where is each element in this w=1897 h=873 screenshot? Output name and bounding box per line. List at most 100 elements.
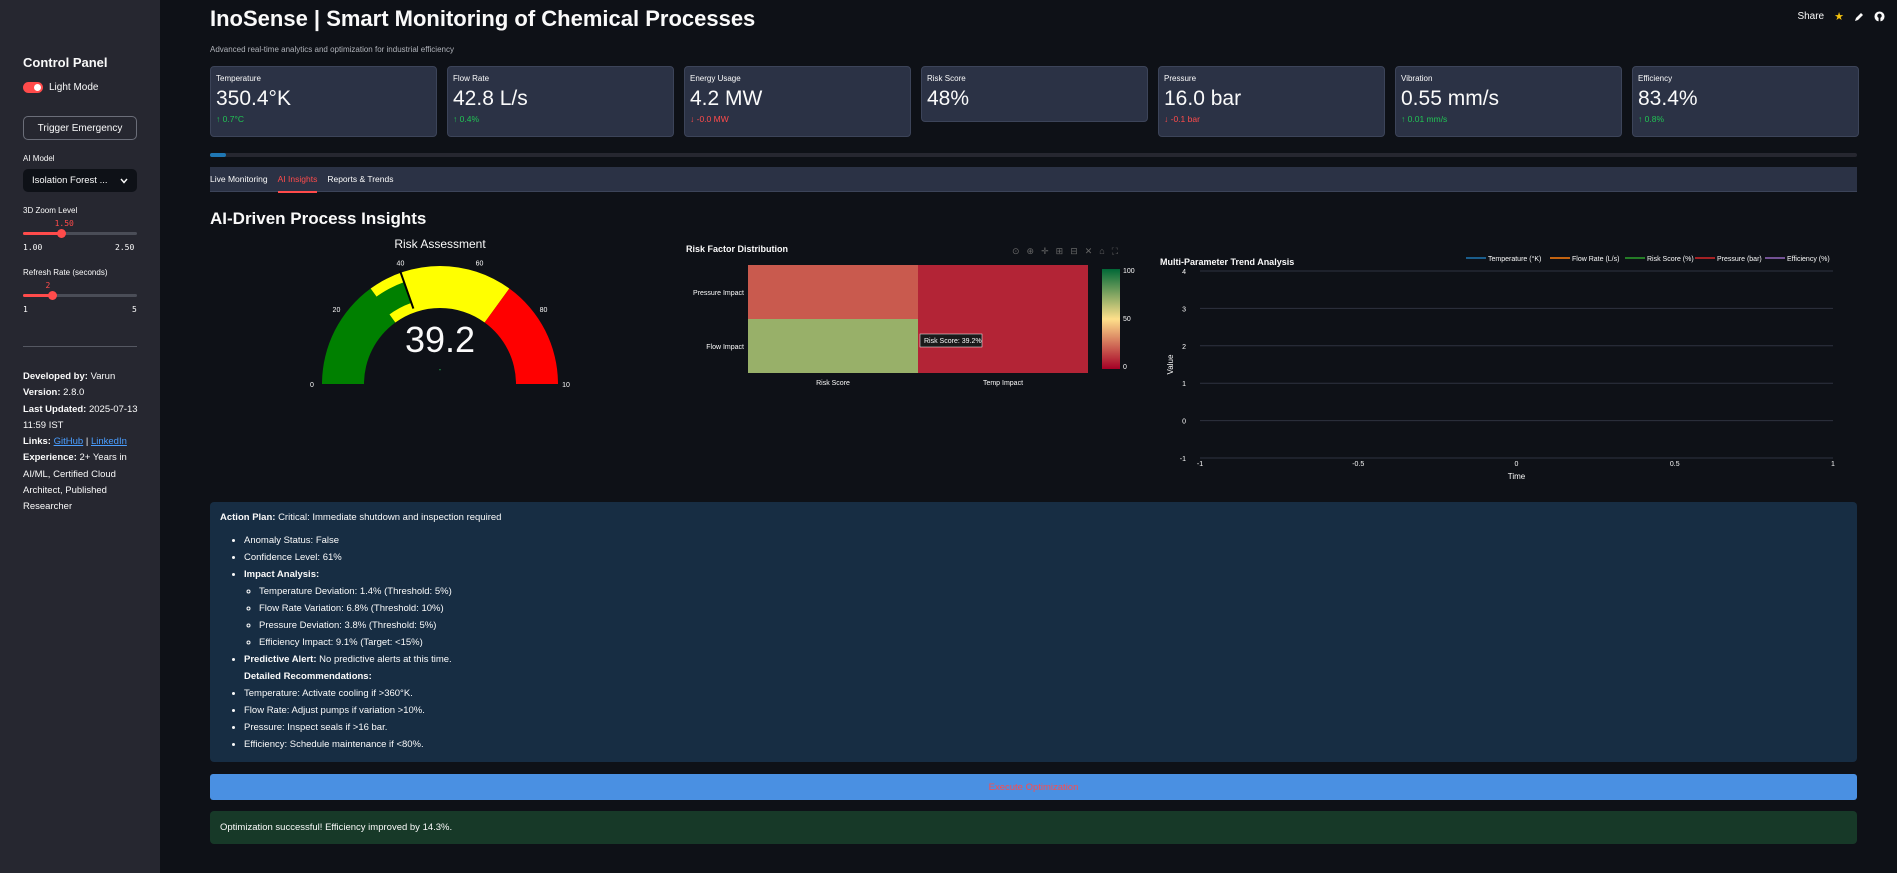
metric-label: Efficiency (1638, 74, 1673, 83)
metric-delta: ↓ -0.1 bar (1164, 114, 1379, 124)
trend-y-tick: 0 (1182, 419, 1186, 426)
developer-info: Developed by: Varun Version: 2.8.0 Last … (23, 369, 141, 516)
trend-x-tick: 0.5 (1670, 461, 1680, 468)
links-label: Links: (23, 436, 51, 448)
metric-card: Flow Rate 42.8 L/s ↑ 0.4% (447, 66, 674, 137)
detailed-recommendations-heading: Detailed Recommendations: (244, 668, 1847, 685)
sidebar-title: Control Panel (23, 55, 108, 70)
metric-delta-value: 0.7°C (222, 114, 244, 124)
confidence-label: Confidence Level: (244, 552, 321, 563)
refresh-slider[interactable] (23, 291, 137, 300)
ai-model-select[interactable]: Isolation Forest ... (23, 169, 137, 192)
ai-model-label: AI Model (23, 154, 55, 163)
linkedin-link[interactable]: LinkedIn (91, 436, 127, 447)
metric-delta-value: -0.1 bar (1170, 114, 1200, 124)
arrow-up-icon: ↑ (1638, 114, 1645, 124)
zoom-slider-fill (23, 232, 61, 235)
heatmap-y-label: Flow Impact (706, 344, 744, 351)
arrow-down-icon: ↓ (690, 114, 697, 124)
gauge-tick-label: 80 (540, 307, 548, 314)
metric-value: 4.2 MW (690, 87, 763, 110)
metric-delta: ↓ -0.0 MW (690, 114, 905, 124)
zoom-label: 3D Zoom Level (23, 206, 78, 215)
arrow-down-icon: ↓ (1164, 114, 1171, 124)
action-plan-list: Anomaly Status: False Confidence Level: … (220, 532, 1847, 753)
share-button[interactable]: Share (1797, 11, 1824, 22)
impact-item: Flow Rate Variation: 6.8% (Threshold: 10… (259, 600, 1847, 617)
impact-analysis-item: Impact Analysis: (244, 566, 1847, 583)
anomaly-value: False (315, 535, 340, 546)
metric-delta: ↑ 0.4% (453, 114, 668, 124)
heatmap-y-label: Pressure Impact (693, 290, 744, 297)
metric-card: Energy Usage 4.2 MW ↓ -0.0 MW (684, 66, 911, 137)
metric-label: Energy Usage (690, 74, 741, 83)
refresh-min: 1 (23, 305, 28, 314)
gauge-tick-label: 0 (310, 382, 314, 389)
metric-value: 16.0 bar (1164, 87, 1242, 110)
trend-x-tick: -0.5 (1352, 461, 1364, 468)
chevron-down-icon (120, 178, 128, 184)
tab-ai-insights[interactable]: AI Insights (277, 167, 317, 193)
recommendation-item: Temperature: Activate cooling if >360°K. (244, 685, 1847, 702)
github-link[interactable]: GitHub (54, 436, 84, 447)
last-updated-label: Last Updated: (23, 403, 87, 415)
impact-item: Temperature Deviation: 1.4% (Threshold: … (259, 583, 1847, 600)
experience-label: Experience: (23, 452, 77, 464)
recommendation-item: Efficiency: Schedule maintenance if <80%… (244, 736, 1847, 753)
trend-x-tick: -1 (1197, 461, 1203, 468)
colorbar-tick: 100 (1123, 268, 1135, 275)
execute-optimization-button[interactable]: Execute Optimization (210, 774, 1857, 800)
heatmap-cell (748, 265, 918, 319)
metric-label: Flow Rate (453, 74, 490, 83)
zoom-max: 2.50 (115, 243, 135, 252)
legend-label: Flow Rate (L/s) (1572, 256, 1619, 263)
light-mode-toggle[interactable] (23, 82, 43, 93)
heatmap-title: Risk Factor Distribution (686, 244, 788, 254)
tab-reports-trends[interactable]: Reports & Trends (327, 167, 393, 192)
arrow-up-icon: ↑ (216, 114, 223, 124)
anomaly-label: Anomaly Status: (244, 535, 314, 546)
metric-delta-value: -0.0 MW (696, 114, 729, 124)
metric-label: Risk Score (927, 74, 966, 83)
trend-title: Multi-Parameter Trend Analysis (1160, 257, 1294, 267)
metric-delta: ↑ 0.01 mm/s (1401, 114, 1616, 124)
ai-model-value: Isolation Forest ... (32, 175, 108, 186)
recommendation-item: Pressure: Inspect seals if >16 bar. (244, 719, 1847, 736)
trend-x-tick: 1 (1831, 461, 1835, 468)
gauge-tick-label: 100 (562, 382, 570, 389)
zoom-slider-handle[interactable] (56, 229, 66, 238)
trend-y-tick: -1 (1180, 456, 1186, 463)
impact-label: Impact Analysis: (244, 569, 320, 580)
predictive-value: No predictive alerts at this time. (319, 654, 452, 665)
refresh-label: Refresh Rate (seconds) (23, 268, 108, 277)
confidence-value: 61% (322, 552, 342, 563)
trigger-emergency-button[interactable]: Trigger Emergency (23, 116, 137, 140)
trend-x-label: Time (1508, 472, 1526, 481)
progress-bar (210, 153, 1857, 157)
github-icon[interactable] (1874, 11, 1885, 22)
star-icon[interactable]: ★ (1834, 10, 1844, 23)
gauge-delta: - (439, 365, 442, 374)
tab-live-monitoring[interactable]: Live Monitoring (210, 167, 268, 192)
trend-y-tick: 1 (1182, 381, 1186, 388)
zoom-slider[interactable] (23, 229, 137, 238)
version: 2.8.0 (63, 387, 85, 399)
sidebar: Control Panel Light Mode Trigger Emergen… (0, 0, 160, 873)
refresh-slider-handle[interactable] (47, 291, 57, 300)
gauge-tick-label: 20 (333, 307, 341, 314)
developed-by-label: Developed by: (23, 371, 88, 382)
section-title: AI-Driven Process Insights (210, 209, 427, 228)
metric-label: Vibration (1401, 74, 1433, 83)
tab-bar: Live Monitoring AI Insights Reports & Tren… (210, 167, 1857, 193)
heatmap-x-label: Risk Score (816, 380, 850, 387)
zoom-min: 1.00 (23, 243, 43, 252)
gauge-tick-label: 60 (476, 260, 484, 267)
edit-icon[interactable] (1854, 12, 1864, 22)
app-root: Control Panel Light Mode Trigger Emergen… (0, 0, 1897, 873)
light-mode-toggle-row[interactable]: Light Mode (23, 82, 98, 93)
metric-value: 48% (927, 87, 970, 110)
detailed-label: Detailed Recommendations: (244, 671, 372, 682)
sidebar-divider (23, 346, 137, 347)
metric-delta-value: 0.8% (1644, 114, 1664, 124)
metric-card: Temperature 350.4°K ↑ 0.7°C (210, 66, 437, 137)
